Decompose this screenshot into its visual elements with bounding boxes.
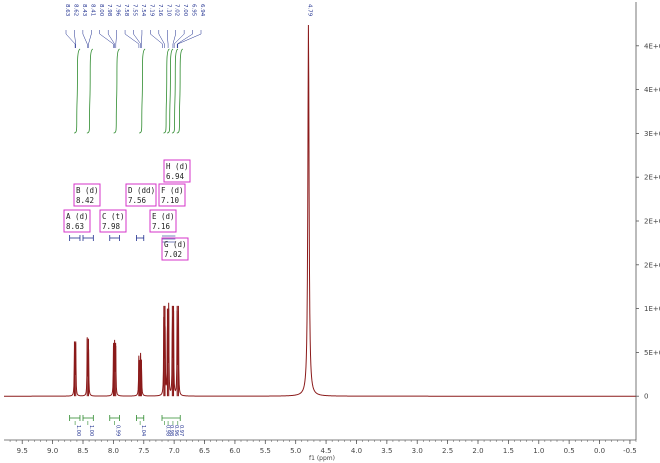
y-tick-label: 5E+06 bbox=[644, 349, 660, 357]
integral-curve bbox=[139, 48, 146, 134]
multiplet-letter: D (dd) bbox=[128, 186, 155, 195]
x-tick-label: 7.5 bbox=[138, 447, 149, 455]
y-tick-label: 1E+07 bbox=[644, 305, 660, 313]
y-axis-ticks: 0 5E+06 1E+07 2E+07 2E+07 2E+07 3E+07 4E+07 4E+0… bbox=[636, 42, 660, 401]
peak-label: 7.98 bbox=[106, 4, 112, 17]
x-tick-label: 4.5 bbox=[321, 447, 332, 455]
x-tick-label: 0.0 bbox=[594, 447, 605, 455]
multiplet-shift: 7.56 bbox=[128, 196, 147, 205]
peak-label: 7.10 bbox=[165, 4, 171, 17]
x-tick-label: 3.5 bbox=[381, 447, 392, 455]
y-tick-label: 2E+07 bbox=[644, 218, 660, 226]
integral-value: 1.00 bbox=[88, 425, 94, 436]
y-tick-label: 4E+07 bbox=[644, 86, 660, 94]
peak-label-leader bbox=[88, 30, 92, 48]
peak-label: 4.79 bbox=[306, 4, 312, 17]
integral-curve bbox=[74, 48, 81, 134]
y-tick-label: 2E+07 bbox=[644, 174, 660, 182]
peak-label-leader bbox=[158, 30, 165, 48]
peak-label-leader bbox=[176, 30, 193, 48]
peak-label: 8.00 bbox=[98, 4, 104, 17]
integral-value: 0.99 bbox=[115, 425, 121, 436]
multiplet-letter: A (d) bbox=[66, 212, 89, 221]
x-tick-label: 6.0 bbox=[229, 447, 240, 455]
x-tick-label: 8.0 bbox=[108, 447, 119, 455]
integral-curve bbox=[163, 48, 170, 134]
integral-curve bbox=[171, 48, 179, 134]
peak-label: 7.00 bbox=[182, 4, 188, 17]
x-tick-label: -0.5 bbox=[623, 447, 637, 455]
multiplet-shift: 7.10 bbox=[161, 196, 180, 205]
x-tick-label: 7.0 bbox=[169, 447, 180, 455]
integral-value: 1.00 bbox=[75, 425, 81, 436]
x-tick-label: 2.0 bbox=[472, 447, 483, 455]
multiplet-shift: 7.02 bbox=[164, 250, 182, 259]
peak-label: 7.58 bbox=[123, 4, 129, 17]
x-axis-title: f1 (ppm) bbox=[309, 455, 335, 462]
peak-label: 7.02 bbox=[174, 4, 180, 16]
x-tick-label: 9.5 bbox=[17, 447, 28, 455]
peak-label: 7.16 bbox=[157, 4, 163, 17]
multiplet-shift: 6.94 bbox=[166, 172, 185, 181]
peak-label-leader bbox=[65, 30, 76, 48]
x-tick-label: 6.5 bbox=[199, 447, 210, 455]
integral-curve bbox=[167, 48, 174, 134]
multiplet-shift: 8.42 bbox=[76, 196, 94, 205]
peak-labels: 8.63 8.62 8.43 8.41 8.00 7.98 7.96 7.58 7.55 7.54… bbox=[64, 4, 312, 48]
multiplet-letter: B (d) bbox=[76, 186, 99, 195]
multiplet-annotations: A (d)8.63 B (d)8.42 C (t)7.98 D (dd)7.56 E (… bbox=[63, 159, 191, 261]
peak-label: 8.63 bbox=[64, 4, 70, 17]
multiplet-letter: F (d) bbox=[161, 186, 184, 195]
integral-curve bbox=[86, 48, 94, 134]
peak-label: 8.62 bbox=[72, 4, 78, 16]
x-tick-label: 2.5 bbox=[442, 447, 453, 455]
peak-label: 7.54 bbox=[140, 4, 146, 17]
peak-label-leader bbox=[133, 30, 141, 48]
peak-label: 7.96 bbox=[115, 4, 121, 17]
peak-label: 8.41 bbox=[89, 4, 95, 16]
spectrum-line bbox=[4, 25, 636, 397]
y-tick-label: 0 bbox=[644, 393, 648, 401]
peak-label: 6.94 bbox=[199, 4, 205, 17]
peak-label: 7.19 bbox=[148, 4, 154, 17]
peak-label-leader bbox=[150, 30, 163, 48]
integral-curves bbox=[74, 48, 184, 134]
x-axis: 9.5 9.0 8.5 8.0 7.5 7.0 6.5 6.0 5.5 5.0 4.5 4.0 3.5 3… bbox=[9, 440, 637, 455]
multiplet-letter: G (d) bbox=[164, 240, 187, 249]
multiplet-letter: C (t) bbox=[102, 212, 125, 221]
integral-values: 1.00 1.00 0.99 1.04 0.980.980.960.97 bbox=[69, 415, 184, 436]
multiplet-letter: H (d) bbox=[166, 162, 189, 171]
x-tick-label: 5.0 bbox=[290, 447, 301, 455]
peak-label-leader bbox=[141, 30, 143, 48]
peak-label: 6.95 bbox=[191, 4, 197, 17]
multiplet-shift: 8.63 bbox=[66, 222, 84, 231]
multiplet-shift: 7.16 bbox=[152, 222, 171, 231]
x-tick-label: 5.5 bbox=[260, 447, 271, 455]
y-tick-label: 3E+07 bbox=[644, 130, 660, 138]
integral-curve bbox=[113, 48, 120, 134]
peak-label: 7.55 bbox=[132, 4, 138, 17]
x-tick-label: 9.0 bbox=[47, 447, 58, 455]
peak-label-leader bbox=[167, 30, 169, 48]
peak-label-leader bbox=[115, 30, 117, 48]
y-tick-label: 2E+07 bbox=[644, 261, 660, 269]
peak-label: 8.43 bbox=[81, 4, 87, 17]
x-tick-label: 1.0 bbox=[533, 447, 544, 455]
x-tick-label: 8.5 bbox=[77, 447, 88, 455]
nmr-spectrum-chart: 0 5E+06 1E+07 2E+07 2E+07 2E+07 3E+07 4E+07 4E+0… bbox=[4, 2, 660, 462]
multiplet-letter: E (d) bbox=[152, 212, 175, 221]
integral-curve bbox=[176, 48, 184, 134]
peak-label-leader bbox=[177, 30, 202, 48]
x-tick-label: 4.0 bbox=[351, 447, 362, 455]
peak-label-leader bbox=[107, 30, 115, 48]
multiplet-shift: 7.98 bbox=[102, 222, 121, 231]
x-tick-label: 1.5 bbox=[503, 447, 514, 455]
x-tick-label: 3.0 bbox=[412, 447, 423, 455]
x-tick-label: 0.5 bbox=[564, 447, 575, 455]
integral-value: 0.97 bbox=[178, 425, 184, 436]
peak-label-leader bbox=[82, 30, 88, 48]
integral-value: 1.04 bbox=[140, 425, 146, 436]
y-tick-label: 4E+07 bbox=[644, 42, 660, 50]
